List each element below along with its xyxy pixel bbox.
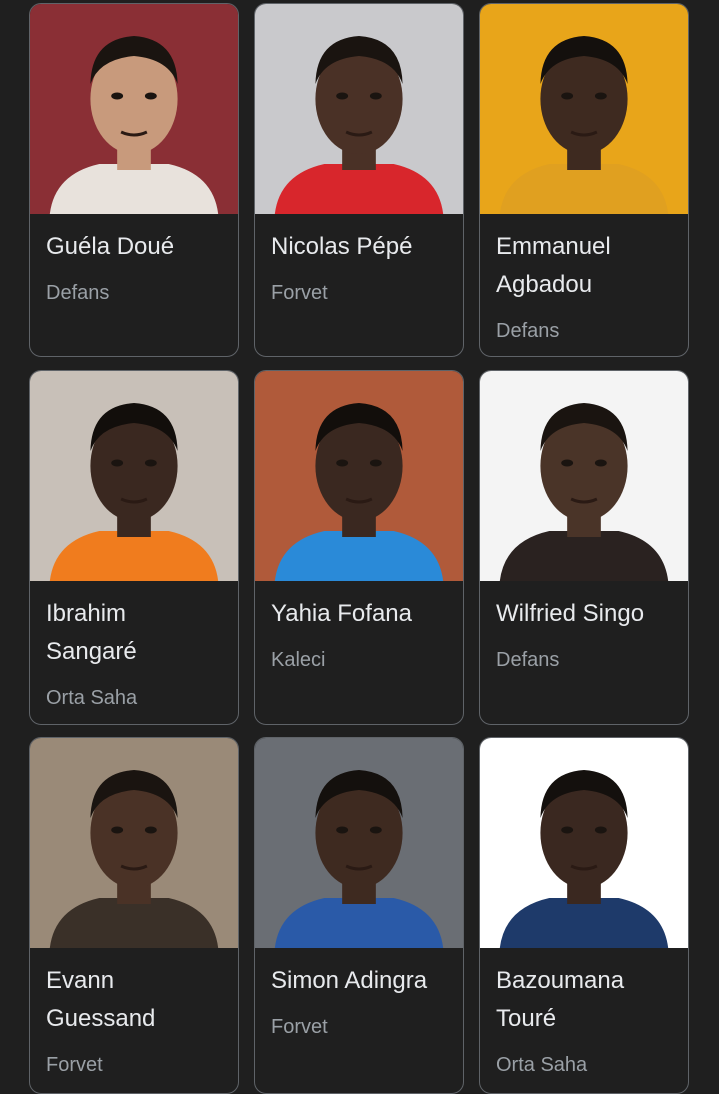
player-position: Kaleci (271, 649, 326, 671)
player-position: Defans (496, 649, 560, 671)
player-info: Ibrahim Sangaré Orta Saha (30, 581, 238, 724)
player-info: Evann Guessand Forvet (30, 948, 238, 1093)
player-card[interactable]: Nicolas Pépé Forvet (254, 3, 464, 357)
player-photo (480, 371, 688, 581)
player-card[interactable]: Yahia Fofana Kaleci (254, 370, 464, 725)
player-grid: Guéla Doué Defans Nicolas Pépé Forvet Emmanu… (0, 0, 719, 1094)
player-card[interactable]: Evann Guessand Forvet (29, 737, 239, 1094)
player-name: Guéla Doué (46, 233, 175, 260)
player-position: Orta Saha (496, 1054, 588, 1076)
player-photo (255, 738, 463, 948)
player-photo (480, 4, 688, 214)
player-name: Wilfried Singo (496, 600, 645, 627)
player-photo (30, 738, 238, 948)
player-name: Yahia Fofana (271, 600, 412, 627)
player-position: Defans (496, 320, 560, 342)
player-info: Guéla Doué Defans (30, 214, 238, 322)
player-position: Forvet (46, 1054, 103, 1076)
player-card[interactable]: Wilfried Singo Defans (479, 370, 689, 725)
player-position: Forvet (271, 1016, 328, 1038)
player-photo (255, 4, 463, 214)
player-info: Emmanuel Agbadou Defans (480, 214, 688, 356)
player-photo (30, 371, 238, 581)
player-name: Ibrahim Sangaré (46, 600, 137, 665)
player-name: Nicolas Pépé (271, 233, 413, 260)
player-info: Yahia Fofana Kaleci (255, 581, 463, 689)
player-photo (480, 738, 688, 948)
player-info: Wilfried Singo Defans (480, 581, 688, 689)
player-card[interactable]: Bazoumana Touré Orta Saha (479, 737, 689, 1094)
player-photo (255, 371, 463, 581)
player-name: Bazoumana Touré (496, 967, 625, 1032)
player-info: Nicolas Pépé Forvet (255, 214, 463, 322)
player-card[interactable]: Ibrahim Sangaré Orta Saha (29, 370, 239, 725)
player-position: Orta Saha (46, 687, 138, 709)
player-photo (30, 4, 238, 214)
player-position: Forvet (271, 282, 328, 304)
player-info: Bazoumana Touré Orta Saha (480, 948, 688, 1093)
player-position: Defans (46, 282, 110, 304)
player-name: Evann Guessand (46, 967, 156, 1032)
player-card[interactable]: Simon Adingra Forvet (254, 737, 464, 1094)
player-card[interactable]: Guéla Doué Defans (29, 3, 239, 357)
player-info: Simon Adingra Forvet (255, 948, 463, 1056)
player-name: Simon Adingra (271, 967, 428, 994)
player-card[interactable]: Emmanuel Agbadou Defans (479, 3, 689, 357)
player-name: Emmanuel Agbadou (496, 233, 611, 298)
